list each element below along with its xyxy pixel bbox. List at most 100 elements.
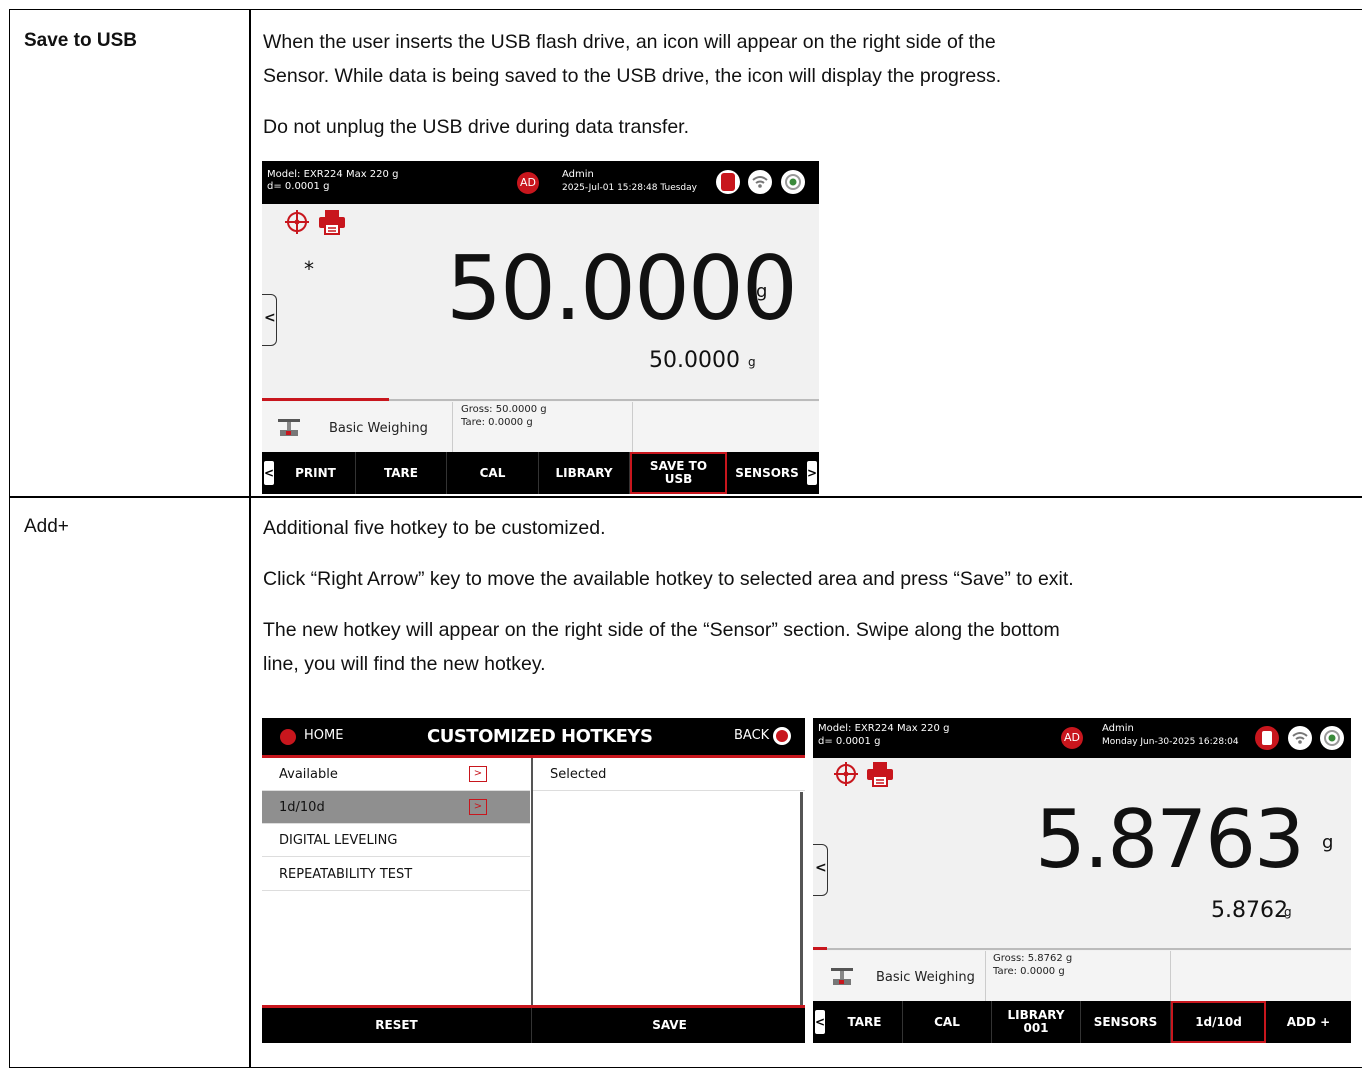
mode-label[interactable]: Basic Weighing xyxy=(876,970,975,985)
secondary-weight-unit: g xyxy=(1284,905,1292,919)
chevron-left-icon: < xyxy=(264,310,276,326)
crosshair-icon xyxy=(834,762,858,786)
secondary-weight-value: 50.0000 xyxy=(649,348,740,373)
chevron-right-icon[interactable]: > xyxy=(469,799,487,815)
hotkey-1d-10d[interactable]: 1d/10d xyxy=(1171,1001,1266,1043)
divider xyxy=(632,402,633,452)
hotkey-cal[interactable]: CAL xyxy=(903,1001,992,1043)
avatar[interactable]: AD xyxy=(1061,727,1083,749)
side-panel-tab[interactable]: < xyxy=(262,294,277,346)
back-icon[interactable] xyxy=(773,727,791,745)
paragraph: Sensor. While data is being saved to the… xyxy=(263,65,1002,87)
scale-icon xyxy=(278,419,300,436)
hotkey-cal[interactable]: CAL xyxy=(447,452,539,494)
tare-value: Tare: 0.0000 g xyxy=(993,966,1065,977)
table-row-2-label-cell xyxy=(9,496,251,1068)
available-item[interactable]: DIGITAL LEVELING xyxy=(262,824,530,857)
hotkey-bar: < TARE CAL LIBRARY 001 SENSORS 1d/10d ADD… xyxy=(813,1001,1351,1043)
footer-bar: RESET SAVE xyxy=(262,1008,805,1043)
reset-button[interactable]: RESET xyxy=(262,1008,532,1043)
main-weight-unit: g xyxy=(1322,832,1334,853)
selected-list-scrollbar[interactable] xyxy=(800,792,803,1006)
selected-header-label: Selected xyxy=(550,767,607,782)
hotkey-add-plus[interactable]: ADD + xyxy=(1266,1001,1351,1043)
chevron-left-icon: < xyxy=(815,860,827,876)
available-header-label: Available xyxy=(279,767,338,782)
header-bar: HOME CUSTOMIZED HOTKEYS BACK xyxy=(262,718,805,758)
printer-icon xyxy=(319,210,345,235)
gross-value: Gross: 5.8762 g xyxy=(993,953,1073,964)
datetime: 2025-Jul-01 15:28:48 Tuesday xyxy=(562,183,697,193)
progress-track xyxy=(813,948,1351,950)
home-label[interactable]: HOME xyxy=(304,729,343,742)
available-header: Available > xyxy=(262,758,530,791)
available-item[interactable]: 1d/10d > xyxy=(262,791,530,824)
balance-screen-add-plus: Model: EXR224 Max 220 g d= 0.0001 g AD A… xyxy=(813,718,1351,1043)
division-info: d= 0.0001 g xyxy=(818,736,881,747)
save-button[interactable]: SAVE xyxy=(534,1008,805,1043)
user-name: Admin xyxy=(1102,723,1134,734)
usb-drive-icon[interactable] xyxy=(716,170,740,194)
secondary-weight-unit: g xyxy=(748,355,756,369)
back-label[interactable]: BACK xyxy=(734,729,769,742)
status-icon[interactable] xyxy=(1320,726,1344,750)
customized-hotkeys-screen: HOME CUSTOMIZED HOTKEYS BACK Available >… xyxy=(262,718,805,1043)
wifi-icon[interactable] xyxy=(748,170,772,194)
user-name: Admin xyxy=(562,169,594,180)
page-title: CUSTOMIZED HOTKEYS xyxy=(427,726,653,747)
hotkey-save-to-usb[interactable]: SAVE TO USB xyxy=(630,452,727,494)
status-bar: Model: EXR224 Max 220 g d= 0.0001 g AD A… xyxy=(813,718,1351,758)
row-label-add-plus: Add+ xyxy=(24,516,69,537)
balance-screen-save-to-usb: Model: EXR224 Max 220 g d= 0.0001 g AD A… xyxy=(262,161,819,494)
main-weight-value: 5.8763 xyxy=(1035,793,1305,886)
usb-drive-icon[interactable] xyxy=(1255,726,1279,750)
available-item[interactable]: REPEATABILITY TEST xyxy=(262,858,530,891)
chevron-left-icon[interactable]: < xyxy=(264,461,274,485)
gross-value: Gross: 50.0000 g xyxy=(461,404,547,415)
model-info: Model: EXR224 Max 220 g xyxy=(818,723,950,734)
selected-header: Selected xyxy=(533,758,805,791)
chevron-right-icon[interactable]: > xyxy=(469,766,487,782)
paragraph: Click “Right Arrow” key to move the avai… xyxy=(263,568,1074,590)
status-icon[interactable] xyxy=(781,170,805,194)
model-info: Model: EXR224 Max 220 g xyxy=(267,169,399,180)
scale-icon xyxy=(831,968,853,985)
paragraph: The new hotkey will appear on the right … xyxy=(263,619,1060,641)
divider xyxy=(452,402,453,452)
hotkey-tare[interactable]: TARE xyxy=(827,1001,903,1043)
column-divider xyxy=(531,758,533,1006)
avatar[interactable]: AD xyxy=(517,172,539,194)
side-panel-tab[interactable]: < xyxy=(813,844,828,896)
tare-value: Tare: 0.0000 g xyxy=(461,417,533,428)
hotkey-save-to-usb-label: SAVE TO USB xyxy=(649,459,708,486)
main-weight-unit: g xyxy=(756,281,768,302)
stability-asterisk: * xyxy=(304,257,314,281)
row-label-save-to-usb: Save to USB xyxy=(24,30,137,51)
datetime: Monday Jun-30-2025 16:28:04 xyxy=(1102,737,1239,747)
home-icon[interactable] xyxy=(280,729,296,745)
hotkey-library[interactable]: LIBRARY xyxy=(539,452,630,494)
chevron-right-icon[interactable]: > xyxy=(807,461,817,485)
hotkey-library[interactable]: LIBRARY 001 xyxy=(992,1001,1081,1043)
progress-indicator xyxy=(813,947,827,950)
paragraph: Additional five hotkey to be customized. xyxy=(263,517,606,539)
paragraph: line, you will find the new hotkey. xyxy=(263,653,546,675)
hotkey-sensors[interactable]: SENSORS xyxy=(727,452,807,494)
wifi-icon[interactable] xyxy=(1288,726,1312,750)
status-bar: Model: EXR224 Max 220 g d= 0.0001 g AD A… xyxy=(262,161,819,204)
divider xyxy=(1170,951,1171,1001)
hotkey-tare[interactable]: TARE xyxy=(356,452,447,494)
chevron-left-icon[interactable]: < xyxy=(815,1010,825,1034)
info-area: Basic Weighing Gross: 50.0000 g Tare: 0.… xyxy=(262,402,819,452)
hotkey-library-label: LIBRARY 001 xyxy=(1007,1008,1065,1035)
available-item-label: 1d/10d xyxy=(279,800,325,815)
paragraph: Do not unplug the USB drive during data … xyxy=(263,116,690,138)
divider xyxy=(985,951,986,1001)
mode-label[interactable]: Basic Weighing xyxy=(329,421,428,436)
division-info: d= 0.0001 g xyxy=(267,181,330,192)
hotkey-print[interactable]: PRINT xyxy=(276,452,356,494)
printer-icon xyxy=(867,762,893,787)
hotkey-sensors[interactable]: SENSORS xyxy=(1081,1001,1171,1043)
hotkey-bar: < PRINT TARE CAL LIBRARY SAVE TO USB SENS… xyxy=(262,452,819,494)
usb-save-progress xyxy=(262,398,389,401)
